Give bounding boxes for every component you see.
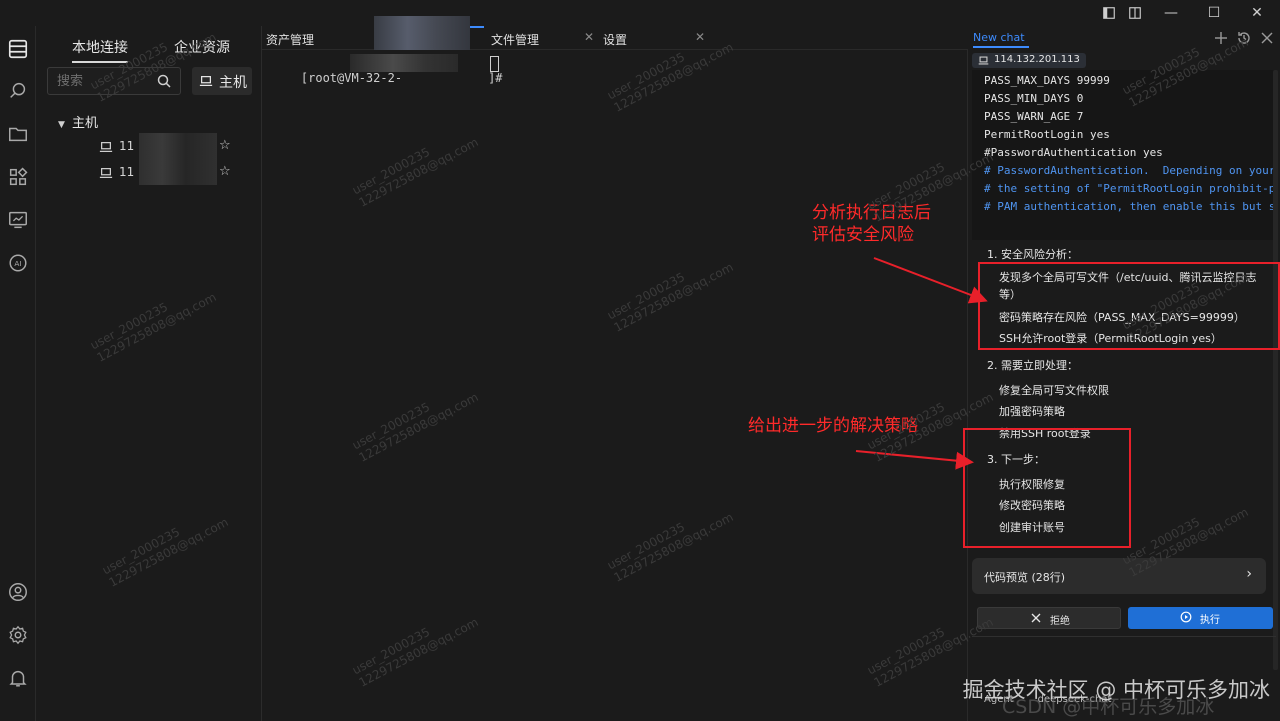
code-comment-line: # the setting of "PermitRootLogin prohib…	[984, 182, 1276, 195]
tab-asset-management[interactable]: 资产管理	[266, 26, 374, 50]
annotation-box-next-steps	[963, 428, 1131, 548]
server-ip-badge: 114.132.201.113	[972, 53, 1086, 68]
code-line: PermitRootLogin yes	[984, 128, 1110, 141]
star-icon[interactable]: ☆	[219, 138, 231, 153]
code-preview-button[interactable]: 代码预览 (28行) ›	[972, 558, 1266, 594]
chat-scrollbar[interactable]	[1273, 70, 1278, 670]
star-icon[interactable]: ☆	[219, 164, 231, 179]
host-tree-root[interactable]: ▼ 主机	[58, 112, 98, 131]
laptop-icon	[99, 140, 113, 154]
search-icon[interactable]	[7, 80, 29, 102]
annotation-line: 评估安全风险	[812, 225, 914, 245]
caret-down-icon: ▼	[58, 120, 65, 130]
maximize-button[interactable]: ☐	[1203, 2, 1225, 24]
execute-button[interactable]: 执行	[1128, 607, 1273, 629]
tab-new-chat[interactable]: New chat	[973, 31, 1029, 48]
host-name: 11	[119, 165, 135, 179]
chevron-right-icon: ›	[1246, 566, 1252, 582]
minimize-button[interactable]: —	[1160, 2, 1182, 24]
code-comment-line: # PAM authentication, then enable this b…	[984, 200, 1276, 213]
code-output: PASS_MAX_DAYS 99999 PASS_MIN_DAYS 0 PASS…	[972, 70, 1276, 240]
juejin-watermark: 掘金技术社区 @ 中杯可乐多加冰	[962, 678, 1270, 702]
section-title: 2. 需要立即处理：	[987, 359, 1078, 372]
list-item: 修复全局可写文件权限	[999, 384, 1109, 397]
tab-label: 资产管理	[266, 33, 315, 47]
laptop-icon	[978, 55, 989, 66]
code-line: PASS_MAX_DAYS 99999	[984, 74, 1110, 87]
close-icon[interactable]	[1259, 30, 1275, 46]
section-title: 1. 安全风险分析：	[987, 248, 1078, 261]
tab-label: 文件管理	[491, 33, 540, 47]
play-icon	[1180, 611, 1192, 623]
gear-icon[interactable]	[7, 624, 29, 646]
close-icon[interactable]: ✕	[584, 30, 594, 44]
execute-label: 执行	[1200, 615, 1220, 626]
reject-button[interactable]: 拒绝	[977, 607, 1121, 629]
host-filter-label: 主机	[219, 75, 247, 91]
user-icon[interactable]	[7, 581, 29, 603]
terminal-pane[interactable]: [root@VM-32-2- ]#	[262, 50, 968, 721]
reject-label: 拒绝	[1050, 616, 1070, 627]
prompt-end: ]#	[488, 71, 503, 85]
host-sidebar: 本地连接 企业资源 主机 ▼主机 11 ☆ 11 ☆	[36, 26, 262, 721]
host-filter-button[interactable]: 主机	[192, 67, 252, 95]
ai-icon[interactable]: AI	[7, 252, 29, 274]
laptop-icon	[99, 166, 113, 180]
hosts-list-icon[interactable]	[7, 38, 29, 60]
code-line: #PasswordAuthentication yes	[984, 146, 1163, 159]
host-item[interactable]: 11 ☆	[99, 159, 239, 185]
list-item: 加强密码策略	[999, 405, 1065, 418]
close-icon	[1030, 612, 1042, 624]
host-name: 11	[119, 139, 135, 153]
code-line: PASS_MIN_DAYS 0	[984, 92, 1084, 105]
server-ip: 114.132.201.113	[994, 54, 1080, 65]
svg-text:AI: AI	[14, 259, 21, 268]
split-view-icon[interactable]	[1124, 2, 1146, 24]
search-icon[interactable]	[156, 73, 172, 89]
folder-icon[interactable]	[7, 123, 29, 145]
tab-file-management[interactable]: 文件管理 ✕	[491, 26, 599, 50]
tree-root-label: 主机	[72, 116, 99, 131]
activity-rail: AI	[0, 26, 36, 721]
redacted-hostname	[350, 54, 458, 72]
code-line: PASS_WARN_AGE 7	[984, 110, 1084, 123]
tab-bar: 资产管理 文件管理 ✕ 设置 ✕	[262, 16, 968, 60]
close-window-button[interactable]: ✕	[1246, 2, 1268, 24]
bell-icon[interactable]	[7, 667, 29, 689]
tab-terminal-session[interactable]	[470, 26, 484, 50]
title-bar: — ☐ ✕	[0, 0, 1280, 26]
code-preview-label: 代码预览 (28行)	[984, 571, 1066, 584]
tab-label: 设置	[603, 33, 628, 47]
monitor-icon[interactable]	[7, 209, 29, 231]
apps-icon[interactable]	[7, 166, 29, 188]
redacted-host-name	[139, 133, 217, 159]
redacted-host-name	[139, 159, 217, 185]
laptop-icon	[199, 74, 213, 88]
tab-local-connections[interactable]: 本地连接	[72, 37, 128, 63]
terminal-cursor	[490, 56, 499, 72]
sidebar-toggle-icon[interactable]	[1098, 2, 1120, 24]
ai-chat-panel: New chat 114.132.201.113 PASS_MAX_DAYS 9…	[968, 26, 1280, 721]
prompt-start: [root@VM-32-2-	[300, 71, 403, 85]
code-comment-line: # PasswordAuthentication. Depending on y…	[984, 164, 1276, 177]
host-item[interactable]: 11 ☆	[99, 133, 239, 159]
